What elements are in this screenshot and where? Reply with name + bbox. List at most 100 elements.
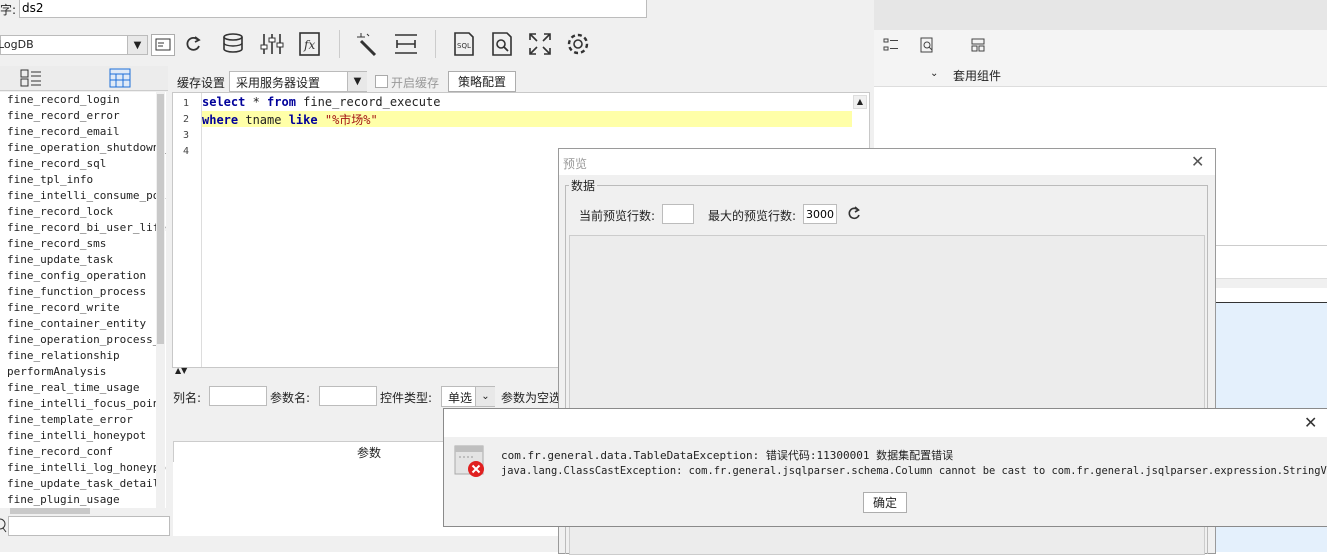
sql-db-icon[interactable] bbox=[221, 31, 247, 57]
policy-config-button[interactable]: 策略配置 bbox=[448, 71, 516, 92]
search-icon bbox=[0, 515, 8, 535]
table-search-input[interactable] bbox=[8, 516, 170, 536]
search-doc-icon[interactable] bbox=[918, 36, 936, 57]
table-list-item[interactable]: fine_function_process bbox=[0, 284, 166, 300]
widget-type-select[interactable]: 单选 ⌄ bbox=[441, 386, 495, 407]
cache-select[interactable]: 采用服务器设置 ▼ bbox=[229, 71, 367, 92]
formula-icon[interactable]: fx bbox=[297, 31, 323, 57]
sql-string: "%市场%" bbox=[324, 113, 378, 127]
table-list-item[interactable]: fine_real_time_usage bbox=[0, 380, 166, 396]
refresh-icon[interactable] bbox=[846, 205, 862, 224]
current-rows-label: 当前预览行数: bbox=[579, 209, 656, 223]
param-name-input[interactable] bbox=[319, 386, 377, 406]
chevron-down-icon[interactable]: ⌄ bbox=[930, 68, 938, 79]
max-rows-input[interactable] bbox=[803, 204, 837, 224]
close-icon[interactable]: ✕ bbox=[1304, 413, 1317, 432]
sql-line-1: select * from fine_record_execute bbox=[202, 95, 440, 109]
magic-wand-icon[interactable] bbox=[355, 31, 381, 57]
table-list-item[interactable]: fine_intelli_log_honeypot bbox=[0, 460, 166, 476]
table-list: fine_record_login fine_record_error fine_r… bbox=[0, 92, 166, 508]
table-list-item[interactable]: fine_operation_process_lo bbox=[0, 332, 166, 348]
error-dialog: ✕ com.fr.general.data.TableDataException… bbox=[443, 408, 1327, 527]
table-list-item[interactable]: fine_template_error bbox=[0, 412, 166, 428]
table-list-item[interactable]: fine_intelli_consume_poin bbox=[0, 188, 166, 204]
error-titlebar: ✕ bbox=[444, 409, 1327, 437]
error-message-line1: com.fr.general.data.TableDataException: … bbox=[501, 449, 954, 462]
table-list-scrollbar[interactable] bbox=[156, 92, 165, 508]
widget-type-label: 控件类型: bbox=[380, 391, 433, 405]
background-ribbon: ⌄ 套用组件 bbox=[874, 30, 1327, 87]
table-list-item[interactable]: fine_intelli_honeypot bbox=[0, 428, 166, 444]
ok-button[interactable]: 确定 bbox=[863, 492, 907, 513]
enable-cache-label: 开启缓存 bbox=[391, 76, 440, 90]
column-name-input[interactable] bbox=[209, 386, 267, 406]
table-list-item[interactable]: fine_record_login bbox=[0, 92, 166, 108]
chevron-down-icon[interactable]: ▼ bbox=[127, 36, 147, 54]
tree-view-icon[interactable] bbox=[20, 68, 42, 91]
line-number: 1 bbox=[183, 98, 190, 109]
grid-view-icon[interactable] bbox=[109, 68, 131, 91]
table-list-item[interactable]: performAnalysis bbox=[0, 364, 166, 380]
sql-file-icon[interactable]: SQL bbox=[451, 31, 477, 57]
table-list-item[interactable]: fine_update_task bbox=[0, 252, 166, 268]
close-icon[interactable]: ✕ bbox=[1191, 152, 1204, 171]
table-list-item[interactable]: fine_record_sms bbox=[0, 236, 166, 252]
table-list-item[interactable]: fine_record_conf bbox=[0, 444, 166, 460]
column-width-icon[interactable] bbox=[393, 31, 419, 57]
empty-param-label: 参数为空选 bbox=[501, 391, 562, 405]
component-icon[interactable] bbox=[969, 36, 987, 57]
table-list-hscrollbar[interactable] bbox=[0, 508, 156, 515]
sql-text: fine_record_execute bbox=[295, 95, 441, 109]
table-list-item[interactable]: fine_relationship bbox=[0, 348, 166, 364]
preview-title: 预览 bbox=[563, 157, 588, 171]
toolbar-separator bbox=[435, 30, 436, 58]
svg-text:fx: fx bbox=[303, 38, 315, 52]
table-list-item[interactable]: fine_container_entity bbox=[0, 316, 166, 332]
sql-line-2: where tname like "%市场%" bbox=[202, 111, 378, 128]
table-list-item[interactable]: fine_intelli_focus_point bbox=[0, 396, 166, 412]
error-icon bbox=[454, 445, 486, 482]
current-rows-input[interactable] bbox=[662, 204, 694, 224]
table-list-item[interactable]: fine_config_operation bbox=[0, 268, 166, 284]
sql-keyword: where bbox=[202, 113, 239, 127]
preview-search-icon[interactable] bbox=[489, 31, 515, 57]
preview-titlebar: 预览 ✕ bbox=[559, 149, 1215, 175]
chevron-down-icon[interactable]: ⌄ bbox=[475, 387, 495, 406]
sql-text: tname bbox=[238, 113, 289, 127]
cache-label: 缓存设置 bbox=[177, 76, 226, 90]
gear-icon[interactable] bbox=[565, 31, 591, 57]
db-config-button[interactable] bbox=[151, 34, 175, 56]
apply-component-label: 套用组件 bbox=[953, 69, 1002, 83]
table-list-item[interactable]: fine_record_sql bbox=[0, 156, 166, 172]
table-list-item[interactable]: fine_record_error bbox=[0, 108, 166, 124]
table-list-item[interactable]: fine_plugin_usage bbox=[0, 492, 166, 508]
sliders-icon[interactable] bbox=[259, 31, 285, 57]
scroll-up-icon[interactable]: ▲ bbox=[853, 95, 867, 109]
refresh-icon[interactable] bbox=[182, 33, 204, 58]
background-titlebar bbox=[874, 0, 1327, 30]
sql-keyword: from bbox=[267, 95, 296, 109]
list-icon[interactable] bbox=[882, 36, 900, 57]
svg-text:SQL: SQL bbox=[457, 42, 471, 50]
param-name-label: 参数名: bbox=[270, 391, 311, 405]
database-select[interactable]: LogDB ▼ bbox=[0, 35, 148, 55]
max-rows-label: 最大的预览行数: bbox=[708, 209, 797, 223]
table-list-item[interactable]: fine_record_write bbox=[0, 300, 166, 316]
table-list-item[interactable]: fine_tpl_info bbox=[0, 172, 166, 188]
sql-text: * bbox=[245, 95, 268, 109]
expand-icon[interactable] bbox=[527, 31, 553, 57]
enable-cache-checkbox[interactable] bbox=[375, 75, 388, 88]
resize-handle-icon[interactable]: ▲▼ bbox=[175, 366, 187, 375]
chevron-down-icon[interactable]: ▼ bbox=[347, 72, 367, 91]
table-list-item[interactable]: fine_record_lock bbox=[0, 204, 166, 220]
dataset-name-input[interactable] bbox=[19, 0, 647, 18]
name-label: 字: bbox=[0, 3, 17, 17]
table-list-item[interactable]: fine_record_bi_user_lifec bbox=[0, 220, 166, 236]
table-list-item[interactable]: fine_update_task_detail bbox=[0, 476, 166, 492]
error-message-line2: java.lang.ClassCastException: com.fr.gen… bbox=[501, 465, 1327, 477]
table-list-item[interactable]: fine_operation_shutdown_r bbox=[0, 140, 166, 156]
sql-keyword: like bbox=[288, 113, 318, 127]
line-number: 3 bbox=[183, 130, 190, 141]
table-list-item[interactable]: fine_record_email bbox=[0, 124, 166, 140]
